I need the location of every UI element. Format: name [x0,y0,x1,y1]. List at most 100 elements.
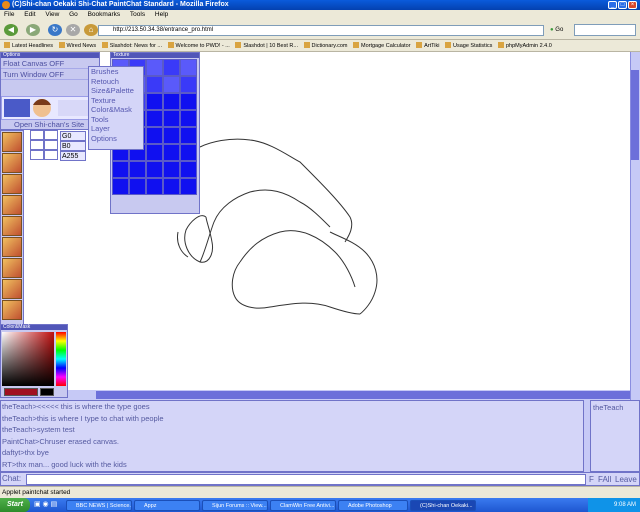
texture-swatch[interactable] [146,93,163,110]
task-adobe-photoshop[interactable]: Adobe Photoshop [338,500,408,511]
menu-go[interactable]: Go [69,11,78,18]
home-icon[interactable]: ⌂ [84,24,98,36]
texture-swatch[interactable] [180,127,197,144]
menu-item-texture[interactable]: Texture [89,96,143,106]
palette-cell[interactable] [30,150,44,160]
go-button[interactable]: ● Go [550,25,572,36]
address-input[interactable]: http://213.50.34.38/entrance_pro.html [98,25,544,36]
bookmark-item[interactable]: Usage Statistics [444,40,492,51]
task-appz[interactable]: Appz [134,500,200,511]
pencil-tool-icon[interactable] [2,132,22,152]
hue-slider[interactable] [56,332,66,386]
reload-icon[interactable]: ↻ [48,24,62,36]
palette-cell[interactable] [44,150,58,160]
brush-tool-icon[interactable] [2,174,22,194]
texture-swatch[interactable] [180,110,197,127]
texture-swatch[interactable] [180,76,197,93]
menu-item-brushes[interactable]: Brushes [89,67,143,77]
close-button[interactable]: × [628,1,637,9]
fall-button[interactable]: FAll [598,474,611,485]
maximize-button[interactable]: □ [618,1,627,9]
green-value[interactable]: G0 [60,131,86,141]
bookmark-item[interactable]: Wired News [58,40,96,51]
texture-swatch[interactable] [112,161,129,178]
menu-file[interactable]: File [4,11,14,18]
menu-item-layer[interactable]: Layer [89,124,143,134]
airbrush-tool-icon[interactable] [2,195,22,215]
texture-swatch[interactable] [146,76,163,93]
texture-swatch[interactable] [112,178,129,195]
chat-input[interactable] [26,474,586,485]
leave-button[interactable]: Leave [615,474,637,485]
texture-swatch[interactable] [163,144,180,161]
text-tool-icon[interactable] [2,258,22,278]
palette-cell[interactable] [30,140,44,150]
start-button[interactable]: Start [0,498,30,512]
texture-swatch[interactable] [146,161,163,178]
menu-help[interactable]: Help [155,11,168,18]
palette-cell[interactable] [30,130,44,140]
task-shichan-oekaki[interactable]: (C)Shi-chan Oekaki... [410,500,476,511]
texture-swatch[interactable] [163,178,180,195]
bookmark-item[interactable]: Dictionary.com [303,40,347,51]
bookmark-item[interactable]: Mortgage Calculator [353,40,411,51]
texture-swatch[interactable] [163,110,180,127]
bookmark-item[interactable]: Slashdot: News for ... [101,40,162,51]
back-icon[interactable]: ◀ [4,24,18,36]
texture-swatch[interactable] [146,127,163,144]
texture-swatch[interactable] [180,59,197,76]
menu-item-tools[interactable]: Tools [89,115,143,125]
texture-swatch[interactable] [163,161,180,178]
texture-swatch[interactable] [146,59,163,76]
bookmark-item[interactable]: phpMyAdmin 2.4.0 [497,40,552,51]
bookmark-item[interactable]: ArtTiki [416,40,439,51]
sub-color-swatch[interactable] [40,388,54,396]
menu-tools[interactable]: Tools [130,11,145,18]
menu-item-color-mask[interactable]: Color&Mask [89,105,143,115]
texture-swatch[interactable] [129,161,146,178]
search-input[interactable] [574,24,636,36]
main-color-swatch[interactable] [4,388,38,396]
blue-value[interactable]: B0 [60,141,86,151]
copy-tool-icon[interactable] [2,279,22,299]
texture-swatch[interactable] [163,93,180,110]
texture-swatch[interactable] [180,178,197,195]
texture-swatch[interactable] [163,127,180,144]
color-picker-area[interactable] [2,332,54,386]
user-item[interactable]: theTeach [593,403,637,412]
palette-cell[interactable] [44,130,58,140]
eraser-tool-icon[interactable] [2,216,22,236]
vertical-scroll-thumb[interactable] [631,70,639,160]
float-canvas-toggle[interactable]: Float Canvas OFF [1,58,99,69]
menu-view[interactable]: View [45,11,59,18]
bookmark-item[interactable]: Slashdot | 10 Best R... [235,40,298,51]
task-sijun-forums[interactable]: Sijun Forums :: View... [202,500,268,511]
texture-swatch[interactable] [180,161,197,178]
texture-swatch[interactable] [146,144,163,161]
menu-edit[interactable]: Edit [24,11,35,18]
texture-swatch[interactable] [180,93,197,110]
open-shichan-site-link[interactable]: Open Shi-chan's Site [14,120,84,129]
retouch-tool-icon[interactable] [2,300,22,320]
f-button[interactable]: F [589,474,594,485]
menu-item-size-palette[interactable]: Size&Palette [89,86,143,96]
texture-swatch[interactable] [163,59,180,76]
forward-icon[interactable]: ▶ [26,24,40,36]
menu-item-retouch[interactable]: Retouch [89,77,143,87]
texture-swatch[interactable] [163,76,180,93]
task-clamwin[interactable]: ClamWin Free Antivi... [270,500,336,511]
alpha-value[interactable]: A255 [60,151,86,161]
texture-swatch[interactable] [146,178,163,195]
minimize-button[interactable]: _ [608,1,617,9]
menu-bookmarks[interactable]: Bookmarks [88,11,121,18]
turn-window-toggle[interactable]: Turn Window OFF [1,69,99,80]
palette-cell[interactable] [44,140,58,150]
water-tool-icon[interactable] [2,237,22,257]
bookmark-item[interactable]: Welcome to PWD! - ... [167,40,230,51]
bookmark-item[interactable]: Latest Headlines [4,40,53,51]
stop-icon[interactable]: ✕ [66,24,80,36]
texture-swatch[interactable] [180,144,197,161]
texture-swatch[interactable] [146,110,163,127]
horizontal-scroll-thumb[interactable] [96,391,630,399]
menu-item-options[interactable]: Options [89,134,143,144]
